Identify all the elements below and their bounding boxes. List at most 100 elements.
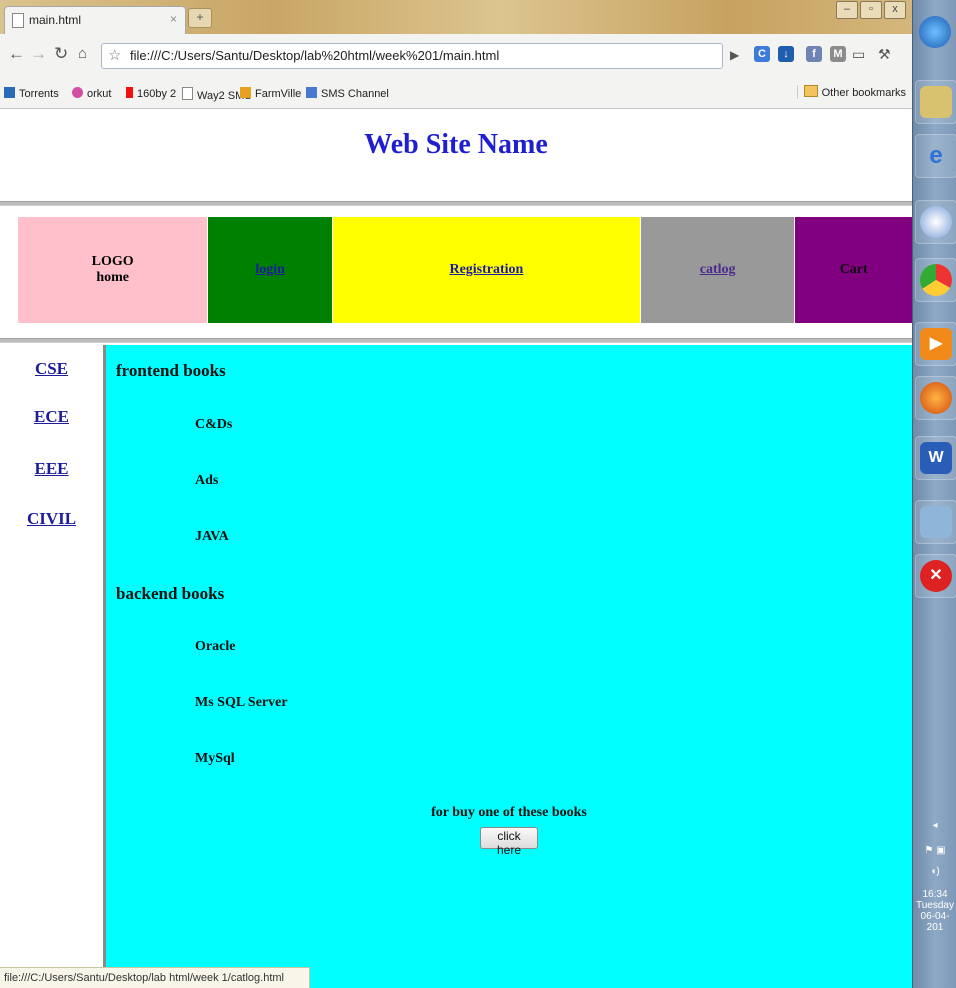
login-link[interactable]: login (255, 262, 285, 278)
nav-registration-cell: Registration (332, 217, 641, 323)
logo-text: LOGO (91, 254, 134, 269)
volume-icon[interactable]: ◖) (913, 866, 956, 877)
home-text: home (96, 270, 130, 285)
media-player-icon: ▶ (920, 328, 952, 360)
nav-cart-cell: Cart (795, 217, 912, 323)
book-item: C&Ds (195, 417, 233, 432)
book-item: Ads (195, 473, 219, 488)
click-here-button[interactable]: click here (480, 827, 538, 857)
backend-heading: backend books (116, 584, 225, 603)
taskbar: e ▶ W ✕ ◂ ⚑ ▣ ◖) 16:34 Tuesday 06-04-201 (912, 0, 956, 988)
tab-title: main.html (29, 13, 82, 27)
book-item: Oracle (195, 639, 236, 654)
wrench-icon[interactable]: ⚒ (878, 46, 891, 63)
chrome-icon (920, 264, 952, 296)
bookmark-label: FarmVille (255, 88, 302, 100)
web-page: Web Site Name LOGO home login Registrati… (0, 109, 912, 988)
sms-channel-icon (306, 87, 317, 98)
extension-c-icon[interactable]: C (754, 46, 770, 62)
firefox-icon (920, 382, 952, 414)
page-icon (12, 13, 24, 28)
book-item: JAVA (195, 529, 229, 544)
bookmark-star-icon[interactable]: ☆ (108, 46, 121, 64)
folder-icon (803, 85, 818, 97)
title-bar: main.html × + – ▫ x (0, 0, 912, 35)
bookmark-160by2[interactable]: 160by 2 (126, 87, 176, 100)
media-icon (920, 206, 952, 238)
taskbar-slot[interactable]: e (915, 134, 956, 178)
download-extension-icon[interactable]: ↓ (778, 46, 794, 62)
taskbar-slot[interactable] (915, 376, 956, 420)
minimize-button[interactable]: – (836, 1, 858, 19)
mail-extension-icon[interactable]: M (830, 46, 846, 62)
bookmarks-bar: Torrents orkut 160by 2 Way2 SMS FarmVill… (0, 81, 912, 109)
notebook-icon (920, 506, 952, 538)
status-bar: file:///C:/Users/Santu/Desktop/lab html/… (0, 967, 310, 988)
bookmark-orkut[interactable]: orkut (72, 87, 111, 100)
divider (0, 201, 912, 206)
torrent-icon (4, 87, 15, 98)
close-tab-icon[interactable]: × (170, 12, 177, 26)
clock-time[interactable]: 16:34 (913, 889, 956, 900)
home-icon[interactable]: ⌂ (78, 45, 87, 62)
bookmark-label: SMS Channel (321, 88, 389, 100)
other-bookmarks-label: Other bookmarks (821, 87, 906, 99)
bookmark-label: orkut (87, 88, 112, 100)
cart-text: Cart (839, 262, 868, 277)
back-arrow-icon[interactable]: ← (8, 44, 25, 64)
start-orb-icon[interactable] (919, 16, 951, 48)
close-window-button[interactable]: x (884, 1, 906, 19)
nav-logo-cell: LOGO home (18, 217, 209, 323)
divider (0, 338, 912, 343)
frontend-heading: frontend books (116, 361, 226, 380)
other-bookmarks[interactable]: Other bookmarks (796, 85, 906, 99)
forward-arrow-icon[interactable]: → (30, 44, 47, 64)
play-icon[interactable]: ▶ (730, 48, 739, 62)
sidebar-link-cse[interactable]: CSE (0, 359, 103, 379)
bookmark-sms-channel[interactable]: SMS Channel (306, 87, 389, 100)
page-icon (182, 87, 193, 100)
taskbar-slot[interactable] (915, 500, 956, 544)
clock-day[interactable]: Tuesday (913, 900, 956, 911)
sidebar-link-eee[interactable]: EEE (0, 459, 103, 479)
window-controls: – ▫ x (834, 1, 906, 21)
taskbar-slot[interactable]: ▶ (915, 322, 956, 366)
bookmark-torrents[interactable]: Torrents (4, 87, 59, 100)
sidebar: CSE ECE EEE CIVIL (0, 345, 106, 988)
browser-window: main.html × + – ▫ x ← → ↻ ⌂ ☆ file:///C:… (0, 0, 912, 988)
content-area: frontend books C&Ds Ads JAVA backend boo… (106, 345, 912, 988)
taskbar-slot[interactable] (915, 200, 956, 244)
160by2-icon (126, 87, 133, 98)
tab-main[interactable]: main.html × (4, 6, 186, 35)
taskbar-slot[interactable]: ✕ (915, 554, 956, 598)
orkut-icon (72, 87, 83, 98)
nav-catlog-cell: catlog (640, 217, 796, 323)
site-title: Web Site Name (364, 129, 548, 160)
maximize-button[interactable]: ▫ (860, 1, 882, 19)
sidebar-link-ece[interactable]: ECE (0, 407, 103, 427)
bookmark-label: Torrents (19, 88, 59, 100)
taskbar-slot[interactable]: W (915, 436, 956, 480)
farmville-icon (240, 87, 251, 98)
address-bar[interactable]: ☆ file:///C:/Users/Santu/Desktop/lab%20h… (101, 43, 723, 69)
facebook-extension-icon[interactable]: f (806, 46, 822, 62)
clock-date[interactable]: 06-04-201 (913, 911, 956, 933)
taskbar-slot[interactable] (915, 258, 956, 302)
buy-text: for buy one of these books (431, 805, 587, 820)
tray-arrow-icon[interactable]: ◂ (913, 820, 956, 831)
bookmark-farmville[interactable]: FarmVille (240, 87, 301, 100)
new-tab-button[interactable]: + (188, 8, 212, 28)
bookmark-label: 160by 2 (137, 88, 177, 100)
nav-table: LOGO home login Registration catlog Cart (18, 217, 912, 323)
taskbar-slot[interactable] (915, 80, 956, 124)
page-menu-icon[interactable]: ▭ (852, 46, 865, 63)
catlog-link[interactable]: catlog (700, 262, 736, 278)
registration-link[interactable]: Registration (449, 262, 523, 278)
reload-icon[interactable]: ↻ (54, 44, 68, 64)
address-url: file:///C:/Users/Santu/Desktop/lab%20htm… (130, 48, 500, 63)
ie-icon: e (929, 142, 943, 169)
action-center-icon[interactable]: ⚑ ▣ (913, 845, 956, 856)
word-icon: W (920, 442, 952, 474)
system-tray: ◂ ⚑ ▣ ◖) 16:34 Tuesday 06-04-201 (913, 820, 956, 933)
sidebar-link-civil[interactable]: CIVIL (0, 509, 103, 529)
